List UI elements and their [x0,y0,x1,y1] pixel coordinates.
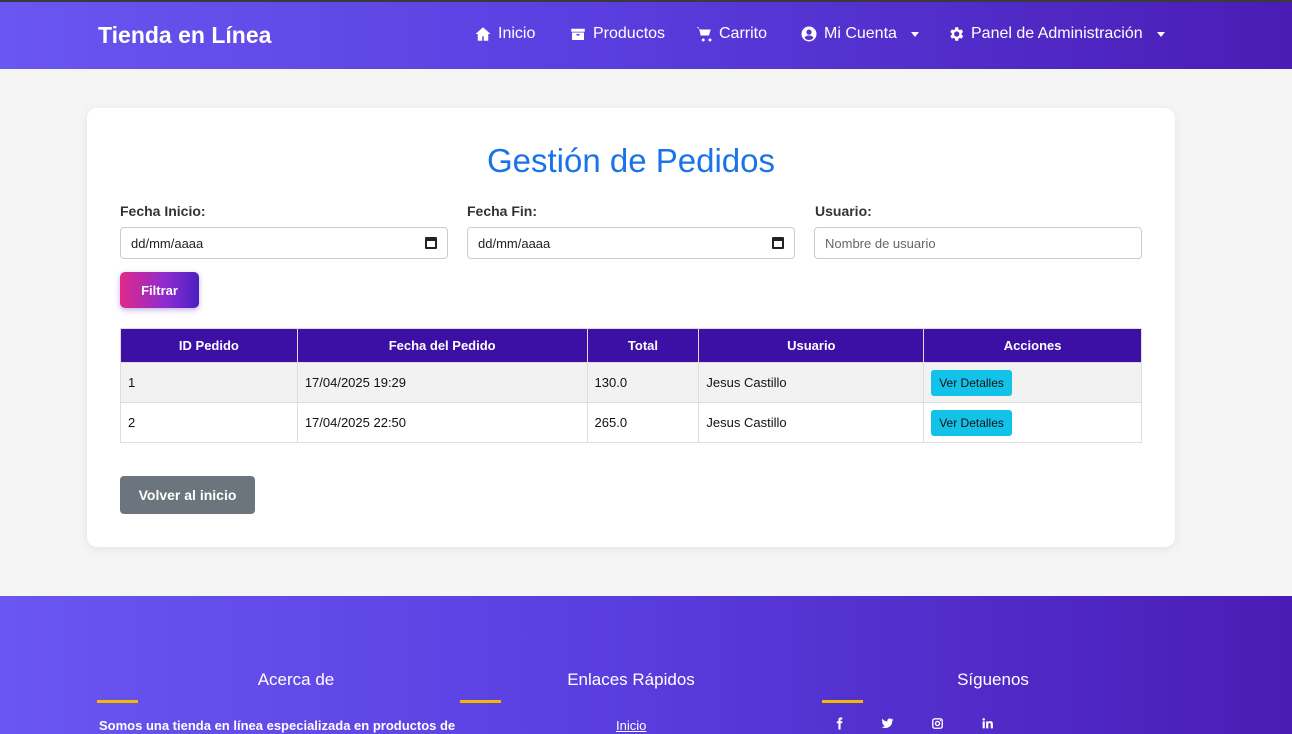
nav-item-panel-admin[interactable]: Panel de Administración [947,25,1165,43]
twitter-icon[interactable] [877,717,897,733]
footer-divider [97,700,138,703]
cart-icon [696,27,712,42]
start-date-field[interactable]: dd/mm/aaaa [120,227,448,259]
nav-item-label: Productos [593,25,666,42]
calendar-icon[interactable] [772,237,784,249]
user-circle-icon [801,26,817,42]
nav-item-label: Panel de Administración [971,25,1143,42]
table-header-row: ID Pedido Fecha del Pedido Total Usuario… [120,328,1142,363]
user-label: Usuario: [815,203,872,219]
column-header: ID Pedido [120,328,298,363]
back-home-button[interactable]: Volver al inicio [120,476,255,514]
instagram-icon[interactable] [927,717,947,733]
end-date-value: dd/mm/aaaa [478,235,551,251]
user-search-input[interactable]: Nombre de usuario [814,227,1142,259]
footer-follow-title: Síguenos [957,670,1029,689]
footer-divider [460,700,501,703]
column-header: Acciones [923,328,1142,363]
column-header: Fecha del Pedido [296,328,588,363]
table-row: 1 17/04/2025 19:29 130.0 Jesus Castillo … [120,362,1142,403]
brand-logo[interactable]: Tienda en Línea [98,22,271,49]
chevron-down-icon [910,31,919,37]
nav-item-label: Inicio [498,25,536,42]
top-navbar: Tienda en Línea Inicio Productos Carrito… [0,0,1292,69]
user-search-placeholder: Nombre de usuario [825,235,936,251]
footer-divider [822,700,863,703]
order-total: 130.0 [586,362,700,403]
orders-table: ID Pedido Fecha del Pedido Total Usuario… [120,328,1142,443]
linkedin-icon[interactable] [977,717,997,733]
footer-about-title: Acerca de [257,670,335,689]
footer-about-text: Somos una tienda en línea especializada … [99,718,456,733]
footer-links-title: Enlaces Rápidos [567,670,695,689]
nav-item-carrito[interactable]: Carrito [695,25,767,43]
nav-item-inicio[interactable]: Inicio [474,25,535,43]
view-details-button[interactable]: Ver Detalles [931,409,1012,436]
facebook-icon[interactable] [829,717,849,733]
chevron-down-icon [1156,31,1165,37]
box-icon [571,28,585,40]
order-id: 1 [120,362,298,403]
end-date-label: Fecha Fin: [467,203,538,219]
order-actions: Ver Detalles [923,402,1142,443]
gear-icon [950,27,964,41]
site-footer: Acerca de Somos una tienda en línea espe… [0,596,1292,734]
nav-item-mi-cuenta[interactable]: Mi Cuenta [800,25,919,43]
start-date-value: dd/mm/aaaa [131,235,204,251]
home-icon [475,27,491,41]
table-row: 2 17/04/2025 22:50 265.0 Jesus Castillo … [120,402,1142,443]
nav-item-productos[interactable]: Productos [569,25,665,43]
order-total: 265.0 [586,402,700,443]
order-date: 17/04/2025 19:29 [296,362,588,403]
view-details-button[interactable]: Ver Detalles [931,369,1012,396]
filter-button[interactable]: Filtrar [120,272,199,308]
column-header: Usuario [698,328,925,363]
order-actions: Ver Detalles [923,362,1142,403]
page-title: Gestión de Pedidos [486,142,776,179]
calendar-icon[interactable] [425,237,437,249]
start-date-label: Fecha Inicio: [120,203,206,219]
order-user: Jesus Castillo [698,362,925,403]
end-date-field[interactable]: dd/mm/aaaa [467,227,795,259]
nav-item-label: Carrito [719,25,768,42]
order-user: Jesus Castillo [698,402,925,443]
order-date: 17/04/2025 22:50 [296,402,588,443]
column-header: Total [586,328,700,363]
footer-link-inicio[interactable]: Inicio [616,718,646,733]
order-id: 2 [120,402,298,443]
nav-item-label: Mi Cuenta [824,25,897,42]
